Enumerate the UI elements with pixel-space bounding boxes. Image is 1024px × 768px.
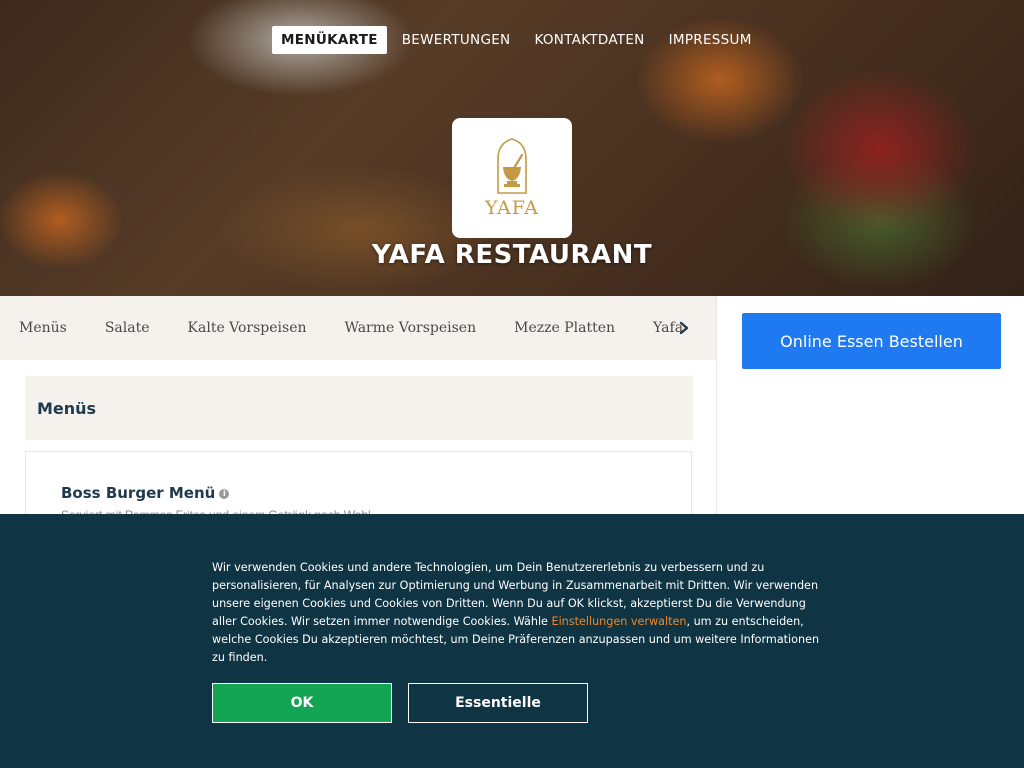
category-kalte-vorspeisen[interactable]: Kalte Vorspeisen <box>169 320 326 336</box>
section-title: Menüs <box>37 398 97 418</box>
cookie-ok-button[interactable]: OK <box>212 683 392 723</box>
nav-kontaktdaten[interactable]: KONTAKTDATEN <box>525 26 653 54</box>
menu-item-name: Boss Burger Menü <box>61 484 216 502</box>
category-menus[interactable]: Menüs <box>0 320 86 336</box>
cookie-essential-button[interactable]: Essentielle <box>408 683 588 723</box>
cookie-banner: Wir verwenden Cookies und andere Technol… <box>0 514 1024 768</box>
chevron-right-icon[interactable] <box>676 318 692 338</box>
nav-bewertungen[interactable]: BEWERTUNGEN <box>393 26 520 54</box>
mortar-pestle-icon <box>497 138 527 194</box>
nav-impressum[interactable]: IMPRESSUM <box>660 26 761 54</box>
hero-banner: MENÜKARTE BEWERTUNGEN KONTAKTDATEN IMPRE… <box>0 0 1024 296</box>
nav-menukarte[interactable]: MENÜKARTE <box>272 26 387 54</box>
category-bar: Menüs Salate Kalte Vorspeisen Warme Vors… <box>0 296 716 360</box>
cookie-text: Wir verwenden Cookies und andere Technol… <box>212 559 822 667</box>
logo-text: YAFA <box>484 197 540 219</box>
restaurant-name: YAFA RESTAURANT <box>371 240 653 270</box>
order-online-button[interactable]: Online Essen Bestellen <box>742 313 1001 369</box>
restaurant-logo: YAFA <box>452 118 572 238</box>
top-navigation: MENÜKARTE BEWERTUNGEN KONTAKTDATEN IMPRE… <box>272 26 767 54</box>
manage-settings-link[interactable]: Einstellungen verwalten <box>552 615 687 628</box>
menu-item-name-row: Boss Burger Menü i <box>61 484 230 502</box>
info-icon[interactable]: i <box>219 488 230 499</box>
section-header: Menüs <box>25 376 693 440</box>
category-salate[interactable]: Salate <box>86 320 169 336</box>
category-warme-vorspeisen[interactable]: Warme Vorspeisen <box>326 320 496 336</box>
category-mezze-platten[interactable]: Mezze Platten <box>495 320 634 336</box>
